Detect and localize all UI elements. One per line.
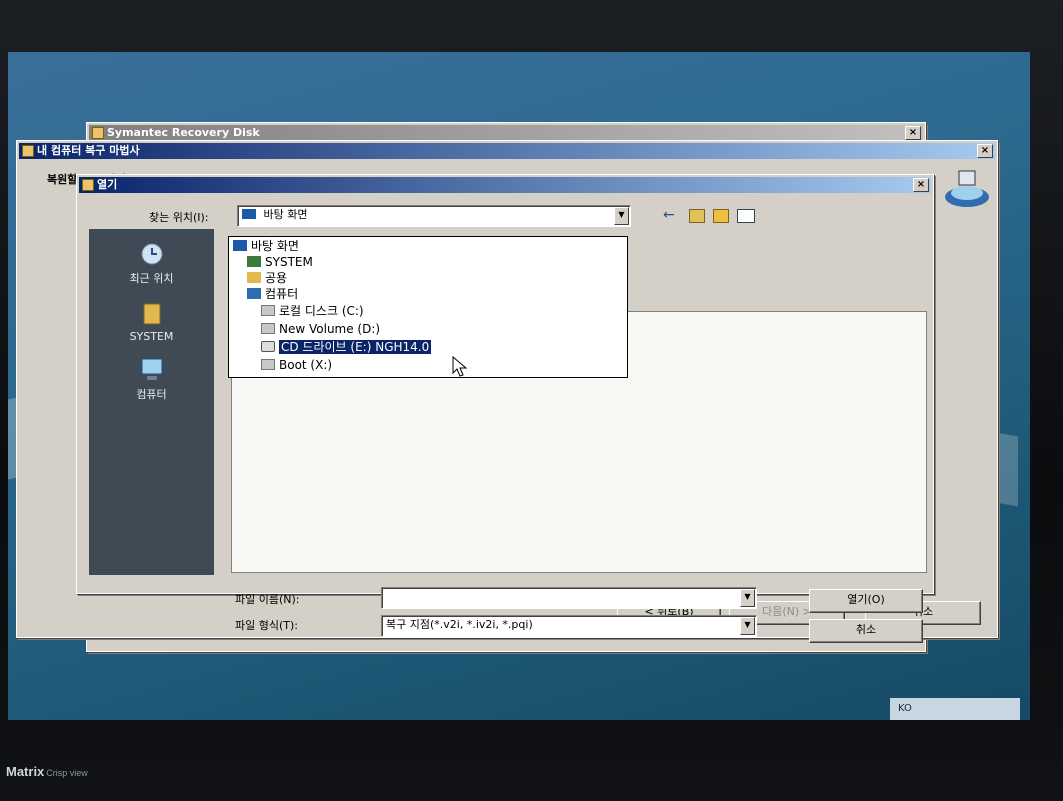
list-item[interactable]: 공용 — [247, 270, 287, 287]
place-computer[interactable]: 컴퓨터 — [89, 357, 214, 402]
look-in-label: 찾는 위치(I): — [149, 211, 209, 224]
dialog-cancel-button[interactable]: 취소 — [809, 619, 923, 643]
computer-icon — [141, 358, 162, 380]
place-recent[interactable]: 최근 위치 — [89, 241, 214, 286]
user-folder-icon — [143, 303, 160, 325]
recent-places-icon — [141, 243, 162, 265]
place-label: SYSTEM — [129, 330, 174, 343]
filetype-select[interactable]: 복구 지점(*.v2i, *.iv2i, *.pqi) ▼ — [381, 615, 757, 637]
filename-input[interactable]: ▼ — [381, 587, 757, 609]
list-item[interactable]: 로컬 디스크 (C:) — [261, 303, 364, 320]
app-icon — [22, 145, 34, 157]
folder-icon — [82, 179, 94, 191]
list-item[interactable]: SYSTEM — [247, 254, 313, 271]
computer-icon — [247, 288, 261, 299]
back-arrow-icon[interactable]: ← — [663, 207, 675, 223]
list-item[interactable]: New Volume (D:) — [261, 321, 380, 338]
desktop-icon — [233, 240, 247, 251]
system-tray: KO — [890, 698, 1020, 720]
filetype-value: 복구 지점(*.v2i, *.iv2i, *.pqi) — [386, 618, 533, 631]
user-folder-icon — [247, 256, 261, 267]
place-label: 컴퓨터 — [136, 388, 167, 401]
open-button[interactable]: 열기(O) — [809, 589, 923, 613]
monitor-brand: Matrix Crisp view — [6, 764, 88, 779]
desktop-screen: Symantec Recovery Disk × 내 컴퓨터 복구 마법사 × … — [8, 52, 1030, 720]
language-indicator[interactable]: KO — [898, 703, 912, 714]
mouse-cursor-icon — [452, 356, 468, 377]
symantec-title: Symantec Recovery Disk — [107, 126, 260, 139]
view-menu-icon[interactable] — [737, 209, 755, 223]
filetype-label: 파일 형식(T): — [235, 619, 298, 632]
chevron-down-icon[interactable]: ▼ — [740, 617, 755, 635]
new-folder-icon[interactable] — [713, 209, 729, 223]
filename-label: 파일 이름(N): — [235, 593, 300, 606]
place-label: 최근 위치 — [129, 272, 174, 285]
chevron-down-icon[interactable]: ▼ — [614, 207, 629, 225]
look-in-value: 바탕 화면 — [263, 208, 308, 221]
folder-icon — [247, 272, 261, 283]
chevron-down-icon[interactable]: ▼ — [740, 589, 755, 607]
list-item-selected[interactable]: CD 드라이브 (E:) NGH14.0 — [261, 339, 432, 356]
close-icon[interactable]: × — [977, 144, 993, 158]
close-icon[interactable]: × — [913, 178, 929, 192]
wizard-title-bar: 내 컴퓨터 복구 마법사 × — [19, 143, 995, 159]
hard-drive-icon — [261, 359, 275, 370]
symantec-title-bar: Symantec Recovery Disk × — [89, 125, 923, 141]
places-bar: 최근 위치 SYSTEM 컴퓨터 — [89, 229, 214, 575]
look-in-dropdown-list[interactable]: 바탕 화면 SYSTEM 공용 컴퓨터 로컬 디스크 (C:) New Volu… — [228, 236, 628, 378]
dialog-title: 열기 — [97, 178, 118, 191]
list-item[interactable]: 바탕 화면 — [233, 238, 299, 255]
recovery-logo-icon — [945, 170, 989, 207]
hard-drive-icon — [261, 305, 275, 316]
up-folder-icon[interactable] — [689, 209, 705, 223]
hard-drive-icon — [261, 323, 275, 334]
close-icon[interactable]: × — [905, 126, 921, 140]
dialog-title-bar: 열기 × — [79, 177, 931, 193]
place-system[interactable]: SYSTEM — [89, 301, 214, 343]
look-in-select[interactable]: 바탕 화면 ▼ — [237, 205, 631, 227]
cd-drive-icon — [261, 341, 275, 352]
list-item[interactable]: 컴퓨터 — [247, 286, 298, 303]
desktop-icon — [242, 209, 256, 219]
app-icon — [92, 127, 104, 139]
wizard-title: 내 컴퓨터 복구 마법사 — [37, 144, 140, 157]
list-item[interactable]: Boot (X:) — [261, 357, 332, 374]
